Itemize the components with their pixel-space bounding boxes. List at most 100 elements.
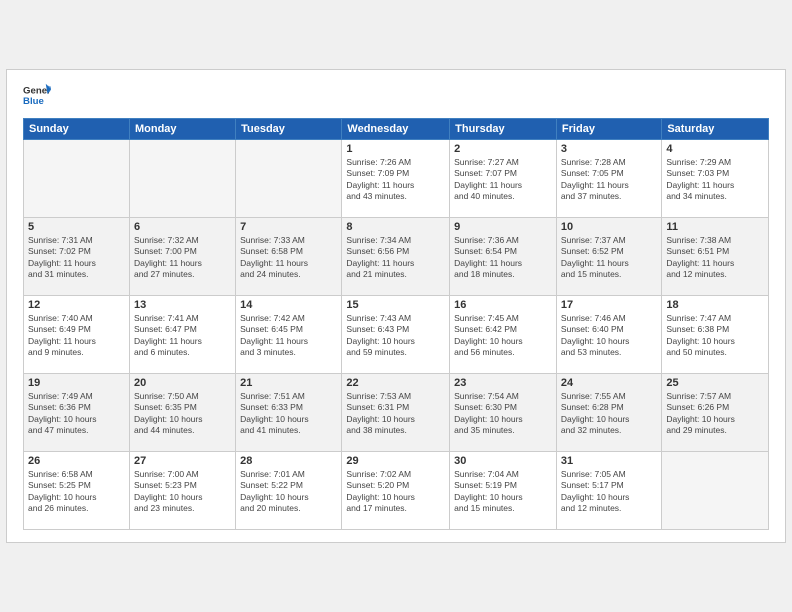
weekday-header-sunday: Sunday <box>24 119 130 140</box>
day-info: Sunrise: 7:32 AM Sunset: 7:00 PM Dayligh… <box>134 235 231 281</box>
day-info: Sunrise: 7:34 AM Sunset: 6:56 PM Dayligh… <box>346 235 445 281</box>
day-info: Sunrise: 7:42 AM Sunset: 6:45 PM Dayligh… <box>240 313 337 359</box>
calendar-day-cell: 25 Sunrise: 7:57 AM Sunset: 6:26 PM Dayli… <box>662 374 769 452</box>
calendar-day-cell: 27Sunrise: 7:00 AM Sunset: 5:23 PM Dayli… <box>129 452 235 530</box>
day-number: 18 <box>666 299 764 311</box>
day-info: Sunrise: 7:53 AM Sunset: 6:31 PM Dayligh… <box>346 391 445 437</box>
day-number: 12 <box>28 299 125 311</box>
logo: General Blue <box>23 82 51 110</box>
svg-text:Blue: Blue <box>23 96 44 107</box>
day-info: Sunrise: 7:45 AM Sunset: 6:42 PM Dayligh… <box>454 313 552 359</box>
calendar-day-cell: 12Sunrise: 7:40 AM Sunset: 6:49 PM Dayli… <box>24 296 130 374</box>
day-info: Sunrise: 7:51 AM Sunset: 6:33 PM Dayligh… <box>240 391 337 437</box>
day-number: 6 <box>134 221 231 233</box>
day-info: Sunrise: 7:57 AM Sunset: 6:26 PM Dayligh… <box>666 391 764 437</box>
calendar-week-row: 1Sunrise: 7:26 AM Sunset: 7:09 PM Daylig… <box>24 140 769 218</box>
day-number: 24 <box>561 377 657 389</box>
logo-icon: General Blue <box>23 82 51 110</box>
day-number: 16 <box>454 299 552 311</box>
day-info: Sunrise: 7:41 AM Sunset: 6:47 PM Dayligh… <box>134 313 231 359</box>
calendar-day-cell: 26 Sunrise: 6:58 AM Sunset: 5:25 PM Dayli… <box>24 452 130 530</box>
day-number: 27 <box>134 455 231 467</box>
day-number: 23 <box>454 377 552 389</box>
calendar-grid: SundayMondayTuesdayWednesdayThursdayFrid… <box>23 118 769 530</box>
calendar-day-cell <box>236 140 342 218</box>
calendar-day-cell: 14 Sunrise: 7:42 AM Sunset: 6:45 PM Dayli… <box>236 296 342 374</box>
day-number: 30 <box>454 455 552 467</box>
calendar-day-cell: 19Sunrise: 7:49 AM Sunset: 6:36 PM Dayli… <box>24 374 130 452</box>
day-number: 25 <box>666 377 764 389</box>
day-number: 20 <box>134 377 231 389</box>
day-info: Sunrise: 7:27 AM Sunset: 7:07 PM Dayligh… <box>454 157 552 203</box>
day-number: 19 <box>28 377 125 389</box>
calendar-day-cell <box>662 452 769 530</box>
day-number: 28 <box>240 455 337 467</box>
weekday-header-wednesday: Wednesday <box>342 119 450 140</box>
day-number: 1 <box>346 143 445 155</box>
calendar-day-cell: 17 Sunrise: 7:46 AM Sunset: 6:40 PM Dayli… <box>556 296 661 374</box>
day-number: 17 <box>561 299 657 311</box>
day-info: Sunrise: 7:29 AM Sunset: 7:03 PM Dayligh… <box>666 157 764 203</box>
day-number: 3 <box>561 143 657 155</box>
day-info: Sunrise: 7:04 AM Sunset: 5:19 PM Dayligh… <box>454 469 552 515</box>
day-info: Sunrise: 7:02 AM Sunset: 5:20 PM Dayligh… <box>346 469 445 515</box>
calendar-day-cell: 20 Sunrise: 7:50 AM Sunset: 6:35 PM Dayli… <box>129 374 235 452</box>
day-number: 10 <box>561 221 657 233</box>
day-info: Sunrise: 7:47 AM Sunset: 6:38 PM Dayligh… <box>666 313 764 359</box>
day-info: Sunrise: 7:28 AM Sunset: 7:05 PM Dayligh… <box>561 157 657 203</box>
calendar-container: General Blue SundayMondayTuesdayWednesda… <box>6 69 786 543</box>
calendar-day-cell: 24 Sunrise: 7:55 AM Sunset: 6:28 PM Dayli… <box>556 374 661 452</box>
weekday-header-monday: Monday <box>129 119 235 140</box>
calendar-day-cell <box>129 140 235 218</box>
day-number: 8 <box>346 221 445 233</box>
day-info: Sunrise: 7:50 AM Sunset: 6:35 PM Dayligh… <box>134 391 231 437</box>
header: General Blue <box>23 82 769 110</box>
calendar-day-cell: 4 Sunrise: 7:29 AM Sunset: 7:03 PM Daylig… <box>662 140 769 218</box>
calendar-day-cell: 5Sunrise: 7:31 AM Sunset: 7:02 PM Daylig… <box>24 218 130 296</box>
day-number: 29 <box>346 455 445 467</box>
calendar-day-cell: 15Sunrise: 7:43 AM Sunset: 6:43 PM Dayli… <box>342 296 450 374</box>
day-info: Sunrise: 7:54 AM Sunset: 6:30 PM Dayligh… <box>454 391 552 437</box>
day-number: 5 <box>28 221 125 233</box>
day-number: 4 <box>666 143 764 155</box>
calendar-week-row: 26 Sunrise: 6:58 AM Sunset: 5:25 PM Dayli… <box>24 452 769 530</box>
calendar-day-cell <box>24 140 130 218</box>
calendar-day-cell: 9 Sunrise: 7:36 AM Sunset: 6:54 PM Daylig… <box>450 218 557 296</box>
calendar-week-row: 5Sunrise: 7:31 AM Sunset: 7:02 PM Daylig… <box>24 218 769 296</box>
day-info: Sunrise: 7:01 AM Sunset: 5:22 PM Dayligh… <box>240 469 337 515</box>
day-info: Sunrise: 7:46 AM Sunset: 6:40 PM Dayligh… <box>561 313 657 359</box>
day-info: Sunrise: 7:55 AM Sunset: 6:28 PM Dayligh… <box>561 391 657 437</box>
calendar-day-cell: 3 Sunrise: 7:28 AM Sunset: 7:05 PM Daylig… <box>556 140 661 218</box>
day-number: 14 <box>240 299 337 311</box>
day-info: Sunrise: 7:38 AM Sunset: 6:51 PM Dayligh… <box>666 235 764 281</box>
calendar-day-cell: 30 Sunrise: 7:04 AM Sunset: 5:19 PM Dayli… <box>450 452 557 530</box>
calendar-day-cell: 13 Sunrise: 7:41 AM Sunset: 6:47 PM Dayli… <box>129 296 235 374</box>
weekday-header-tuesday: Tuesday <box>236 119 342 140</box>
calendar-day-cell: 18 Sunrise: 7:47 AM Sunset: 6:38 PM Dayli… <box>662 296 769 374</box>
weekday-header-row: SundayMondayTuesdayWednesdayThursdayFrid… <box>24 119 769 140</box>
calendar-day-cell: 8 Sunrise: 7:34 AM Sunset: 6:56 PM Daylig… <box>342 218 450 296</box>
calendar-day-cell: 22 Sunrise: 7:53 AM Sunset: 6:31 PM Dayli… <box>342 374 450 452</box>
calendar-day-cell: 16 Sunrise: 7:45 AM Sunset: 6:42 PM Dayli… <box>450 296 557 374</box>
calendar-week-row: 19Sunrise: 7:49 AM Sunset: 6:36 PM Dayli… <box>24 374 769 452</box>
day-number: 9 <box>454 221 552 233</box>
day-number: 31 <box>561 455 657 467</box>
day-number: 22 <box>346 377 445 389</box>
day-info: Sunrise: 7:05 AM Sunset: 5:17 PM Dayligh… <box>561 469 657 515</box>
calendar-day-cell: 31 Sunrise: 7:05 AM Sunset: 5:17 PM Dayli… <box>556 452 661 530</box>
day-info: Sunrise: 7:37 AM Sunset: 6:52 PM Dayligh… <box>561 235 657 281</box>
calendar-day-cell: 2Sunrise: 7:27 AM Sunset: 7:07 PM Daylig… <box>450 140 557 218</box>
calendar-week-row: 12Sunrise: 7:40 AM Sunset: 6:49 PM Dayli… <box>24 296 769 374</box>
day-info: Sunrise: 7:36 AM Sunset: 6:54 PM Dayligh… <box>454 235 552 281</box>
day-number: 13 <box>134 299 231 311</box>
calendar-day-cell: 6 Sunrise: 7:32 AM Sunset: 7:00 PM Daylig… <box>129 218 235 296</box>
day-number: 26 <box>28 455 125 467</box>
calendar-day-cell: 21Sunrise: 7:51 AM Sunset: 6:33 PM Dayli… <box>236 374 342 452</box>
calendar-day-cell: 28 Sunrise: 7:01 AM Sunset: 5:22 PM Dayli… <box>236 452 342 530</box>
calendar-day-cell: 23 Sunrise: 7:54 AM Sunset: 6:30 PM Dayli… <box>450 374 557 452</box>
calendar-day-cell: 1Sunrise: 7:26 AM Sunset: 7:09 PM Daylig… <box>342 140 450 218</box>
calendar-day-cell: 10 Sunrise: 7:37 AM Sunset: 6:52 PM Dayli… <box>556 218 661 296</box>
calendar-day-cell: 7Sunrise: 7:33 AM Sunset: 6:58 PM Daylig… <box>236 218 342 296</box>
day-info: Sunrise: 6:58 AM Sunset: 5:25 PM Dayligh… <box>28 469 125 515</box>
day-info: Sunrise: 7:33 AM Sunset: 6:58 PM Dayligh… <box>240 235 337 281</box>
